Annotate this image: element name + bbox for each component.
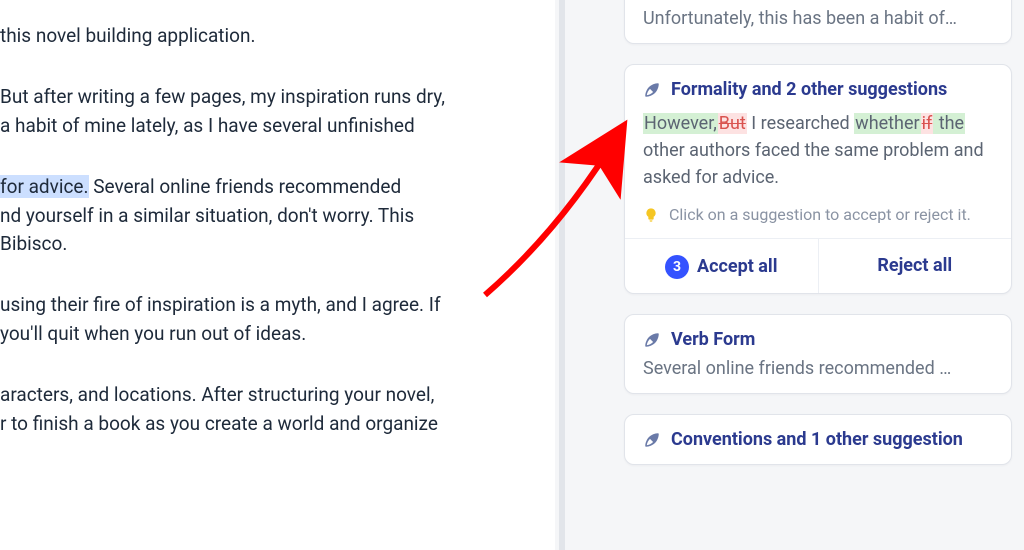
feather-icon — [643, 331, 661, 349]
feather-icon — [643, 81, 661, 99]
paragraph: But after writing a few pages, my inspir… — [0, 83, 555, 141]
hint-text: Click on a suggestion to accept or rejec… — [669, 205, 971, 224]
suggestion-card[interactable]: Verb Form Several online friends recomme… — [624, 314, 1012, 394]
deletion[interactable]: if — [921, 113, 934, 134]
text-fragment: Bibisco. — [0, 232, 67, 255]
card-title: Formality and 2 other suggestions — [671, 79, 947, 100]
lightbulb-icon — [643, 207, 659, 223]
highlighted-text[interactable]: for advice. — [0, 175, 89, 198]
suggestion-card[interactable]: Conventions and 1 other suggestion — [624, 414, 1012, 465]
insertion[interactable]: the — [933, 113, 965, 134]
feather-icon — [643, 431, 661, 449]
text-fragment: this novel building application. — [0, 24, 255, 47]
reject-label: Reject all — [877, 255, 952, 276]
paragraph: this novel building application. — [0, 22, 555, 51]
text-fragment: other authors faced the same problem and… — [643, 140, 984, 188]
text-fragment: a habit of mine lately, as I have severa… — [0, 114, 415, 137]
paragraph: aracters, and locations. After structuri… — [0, 381, 555, 439]
count-badge: 3 — [665, 255, 689, 279]
accept-label: Accept all — [697, 256, 777, 277]
card-actions: 3 Accept all Reject all — [625, 238, 1011, 293]
card-title: Verb Form — [671, 329, 755, 350]
paragraph: using their fire of inspiration is a myt… — [0, 291, 555, 349]
suggestion-card[interactable]: Noun Number Unfortunately, this has been… — [624, 0, 1012, 44]
card-body: However,But I researched whetherif the o… — [643, 110, 993, 191]
insertion[interactable]: However, — [643, 113, 718, 134]
text-fragment: r to finish a book as you create a world… — [0, 412, 438, 435]
paragraph: for advice. Several online friends recom… — [0, 173, 555, 260]
accept-all-button[interactable]: 3 Accept all — [625, 239, 818, 293]
text-fragment: aracters, and locations. After structuri… — [0, 383, 434, 406]
text-fragment: you'll quit when you run out of ideas. — [0, 322, 306, 345]
text-fragment: ut after writing a few pages, my inspira… — [12, 85, 445, 108]
editor-pane: this novel building application. But aft… — [0, 0, 555, 550]
text-fragment: using their fire of inspiration is a myt… — [0, 293, 441, 316]
deletion[interactable]: But — [718, 113, 747, 134]
card-preview: Several online friends recommended … — [643, 358, 993, 379]
card-preview: Unfortunately, this has been a habit of… — [643, 8, 993, 29]
text-fragment: nd yourself in a similar situation, don'… — [0, 204, 414, 227]
insertion[interactable]: whether — [854, 113, 920, 134]
hint-row: Click on a suggestion to accept or rejec… — [643, 205, 993, 224]
suggestions-sidebar: Noun Number Unfortunately, this has been… — [580, 0, 1024, 550]
card-title: Conventions and 1 other suggestion — [671, 429, 963, 450]
suggestion-card-expanded[interactable]: Formality and 2 other suggestions Howeve… — [624, 64, 1012, 294]
pane-divider[interactable] — [559, 0, 565, 550]
text-fragment: B — [0, 85, 12, 108]
text-fragment: I researched — [747, 113, 854, 134]
reject-all-button[interactable]: Reject all — [818, 239, 1012, 293]
text-fragment: Several online friends recommended — [89, 175, 402, 198]
